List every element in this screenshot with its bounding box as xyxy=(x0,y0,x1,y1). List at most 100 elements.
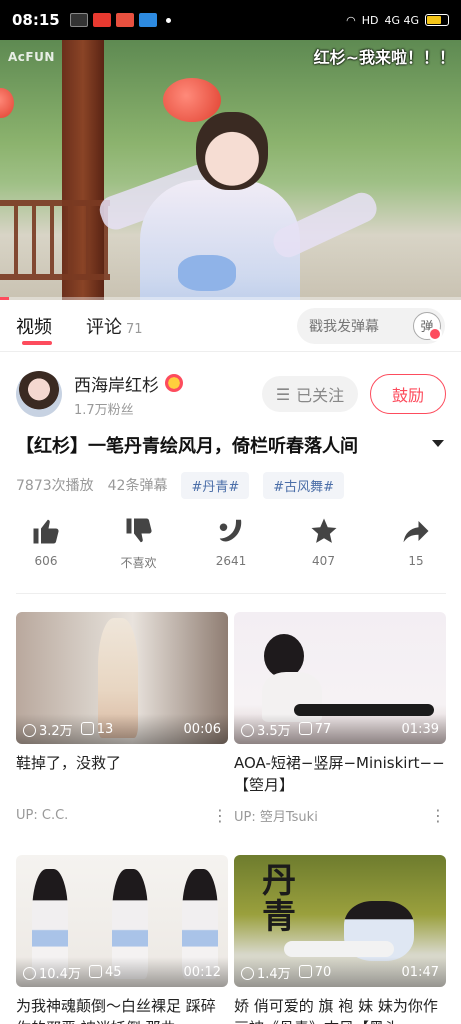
duration: 00:12 xyxy=(183,964,221,980)
favorite-button[interactable]: 407 xyxy=(294,516,354,582)
thumbnail-figure xyxy=(284,941,394,957)
app-notification-icon xyxy=(115,13,134,27)
thumbnail-stats: 3.5万 77 01:39 xyxy=(234,714,446,744)
comment-count-text: 13 xyxy=(96,721,114,737)
encourage-button[interactable]: 鼓励 xyxy=(370,374,446,414)
recommended-video-card[interactable]: 10.4万 45 00:12 为我神魂颠倒～白丝裸足 踩碎你的邪恶 被迷妖倒 那… xyxy=(16,855,228,1024)
danmaku-toggle-button[interactable]: 弹 xyxy=(413,311,442,341)
comment-count-text: 45 xyxy=(104,964,122,980)
play-icon xyxy=(23,723,36,737)
danmaku-placeholder: 戳我发弹幕 xyxy=(309,318,379,335)
recommended-video-card[interactable]: 3.2万 13 00:06 鞋掉了，没救了 UP: C.C. ⋮ xyxy=(16,612,228,825)
card-uploader-name[interactable]: UP: C.C. xyxy=(16,808,68,823)
duration: 00:06 xyxy=(183,721,221,737)
thumbs-up-icon xyxy=(33,519,59,544)
card-title[interactable]: 为我神魂颠倒～白丝裸足 踩碎你的邪恶 被迷妖倒 那曲 xyxy=(16,995,228,1024)
tag-link[interactable]: #丹青# xyxy=(181,471,250,499)
video-title: 【红杉】一笔丹青绘风月，倚栏听春落人间 xyxy=(16,436,358,457)
uploader-name[interactable]: 西海岸红杉 xyxy=(74,371,159,396)
dislike-button[interactable]: 不喜欢 xyxy=(109,516,169,582)
tag-link[interactable]: #古风舞# xyxy=(263,471,345,499)
play-count-text: 3.5万 xyxy=(257,723,291,739)
dancer-image xyxy=(178,255,236,291)
more-icon[interactable]: ⋮ xyxy=(212,806,228,825)
comment-count: 77 xyxy=(298,721,332,737)
action-bar: 606 不喜欢 2641 407 15 xyxy=(16,516,446,582)
tab-comments-label: 评论 xyxy=(86,316,122,338)
card-uploader: UP: C.C. ⋮ xyxy=(16,806,228,825)
video-player[interactable]: AcFUN 红杉~我来啦！！！ xyxy=(0,40,461,300)
thumbnail-overlay-text: 丹青 xyxy=(262,861,296,937)
recommended-video-card[interactable]: 3.5万 77 01:39 AOA-短裙−竖屏−Miniskirt−−【箜月】 … xyxy=(234,612,446,825)
app-notification-icon xyxy=(69,13,88,27)
comment-count: 70 xyxy=(298,964,332,980)
followed-button[interactable]: ☰ 已关注 xyxy=(262,376,358,412)
comment-icon xyxy=(298,964,312,978)
play-icon xyxy=(241,723,254,737)
card-uploader: UP: 箜月Tsuki ⋮ xyxy=(234,806,446,825)
card-title[interactable]: 娇 俏可爱的 旗 袍 妹 妹为你作画被《丹青》古风【黑头 xyxy=(234,995,446,1024)
comment-icon xyxy=(88,964,102,978)
card-uploader-name[interactable]: UP: 箜月Tsuki xyxy=(234,806,318,825)
thumbnail-stats: 1.4万 70 01:47 xyxy=(234,957,446,987)
play-count: 7873次播放 xyxy=(16,478,94,494)
comment-icon xyxy=(80,721,94,735)
app-notification-icon xyxy=(92,13,111,27)
uploader-info: 西海岸红杉 1.7万粉丝 xyxy=(74,371,183,418)
share-button[interactable]: 15 xyxy=(386,516,446,582)
share-icon xyxy=(403,521,429,543)
like-button[interactable]: 606 xyxy=(16,516,76,582)
play-count-text: 3.2万 xyxy=(39,723,73,739)
thumbs-down-icon xyxy=(126,518,152,543)
play-count-text: 10.4万 xyxy=(39,966,81,982)
comment-count-text: 77 xyxy=(314,721,332,737)
danmaku-count: 42条弹幕 xyxy=(107,478,168,494)
comment-count-text: 70 xyxy=(314,964,332,980)
medal-icon xyxy=(165,374,183,392)
danmaku-input[interactable]: 戳我发弹幕 弹 xyxy=(297,307,445,344)
dislike-label: 不喜欢 xyxy=(120,556,157,570)
avatar[interactable] xyxy=(16,371,62,417)
banana-button[interactable]: 2641 xyxy=(201,516,261,582)
tab-video[interactable]: 视频 xyxy=(16,313,52,345)
thumbnail-stats: 3.2万 13 00:06 xyxy=(16,714,228,744)
favorite-count: 407 xyxy=(312,554,335,568)
video-thumbnail[interactable]: 3.5万 77 01:39 xyxy=(234,612,446,744)
play-count-text: 1.4万 xyxy=(257,966,291,982)
status-bar: 08:15 ◠ HD 4G 4G xyxy=(0,0,461,40)
tab-bar: 视频 评论 71 戳我发弹幕 弹 xyxy=(0,300,461,352)
menu-icon: ☰ xyxy=(275,384,291,404)
play-count: 3.2万 xyxy=(23,720,73,739)
banana-count: 2641 xyxy=(215,554,247,568)
danmaku-comment: 红杉~我来啦！！！ xyxy=(313,48,455,67)
video-thumbnail[interactable]: 3.2万 13 00:06 xyxy=(16,612,228,744)
comment-count: 13 xyxy=(80,721,114,737)
acfun-watermark: AcFUN xyxy=(8,50,55,64)
card-title[interactable]: 鞋掉了，没救了 xyxy=(16,752,228,798)
play-count: 10.4万 xyxy=(23,963,81,982)
comment-count: 71 xyxy=(126,321,143,337)
play-icon xyxy=(23,966,36,980)
signal-label: 4G 4G xyxy=(384,13,419,27)
followed-label: 已关注 xyxy=(296,386,345,405)
wifi-icon: ◠ xyxy=(346,13,356,27)
battery-icon xyxy=(425,14,449,26)
app-notification-icon xyxy=(138,13,157,27)
play-count: 1.4万 xyxy=(241,963,291,982)
chevron-down-icon[interactable] xyxy=(432,440,444,447)
recommended-video-card[interactable]: 丹青 1.4万 70 01:47 娇 俏可爱的 旗 袍 妹 妹为你作画被《丹青》… xyxy=(234,855,446,1024)
comment-count: 45 xyxy=(88,964,122,980)
duration: 01:47 xyxy=(401,964,439,980)
uploader-row: 西海岸红杉 1.7万粉丝 ☰ 已关注 鼓励 xyxy=(16,370,446,418)
duration: 01:39 xyxy=(401,721,439,737)
share-count: 15 xyxy=(408,554,424,568)
lantern-image xyxy=(0,88,14,118)
dancer-image xyxy=(196,112,268,190)
network-label: HD xyxy=(361,13,379,27)
card-title[interactable]: AOA-短裙−竖屏−Miniskirt−−【箜月】 xyxy=(234,752,446,798)
video-thumbnail[interactable]: 丹青 1.4万 70 01:47 xyxy=(234,855,446,987)
thumbnail-stats: 10.4万 45 00:12 xyxy=(16,957,228,987)
video-thumbnail[interactable]: 10.4万 45 00:12 xyxy=(16,855,228,987)
tab-comments[interactable]: 评论 71 xyxy=(86,313,143,339)
more-icon[interactable]: ⋮ xyxy=(430,806,446,825)
